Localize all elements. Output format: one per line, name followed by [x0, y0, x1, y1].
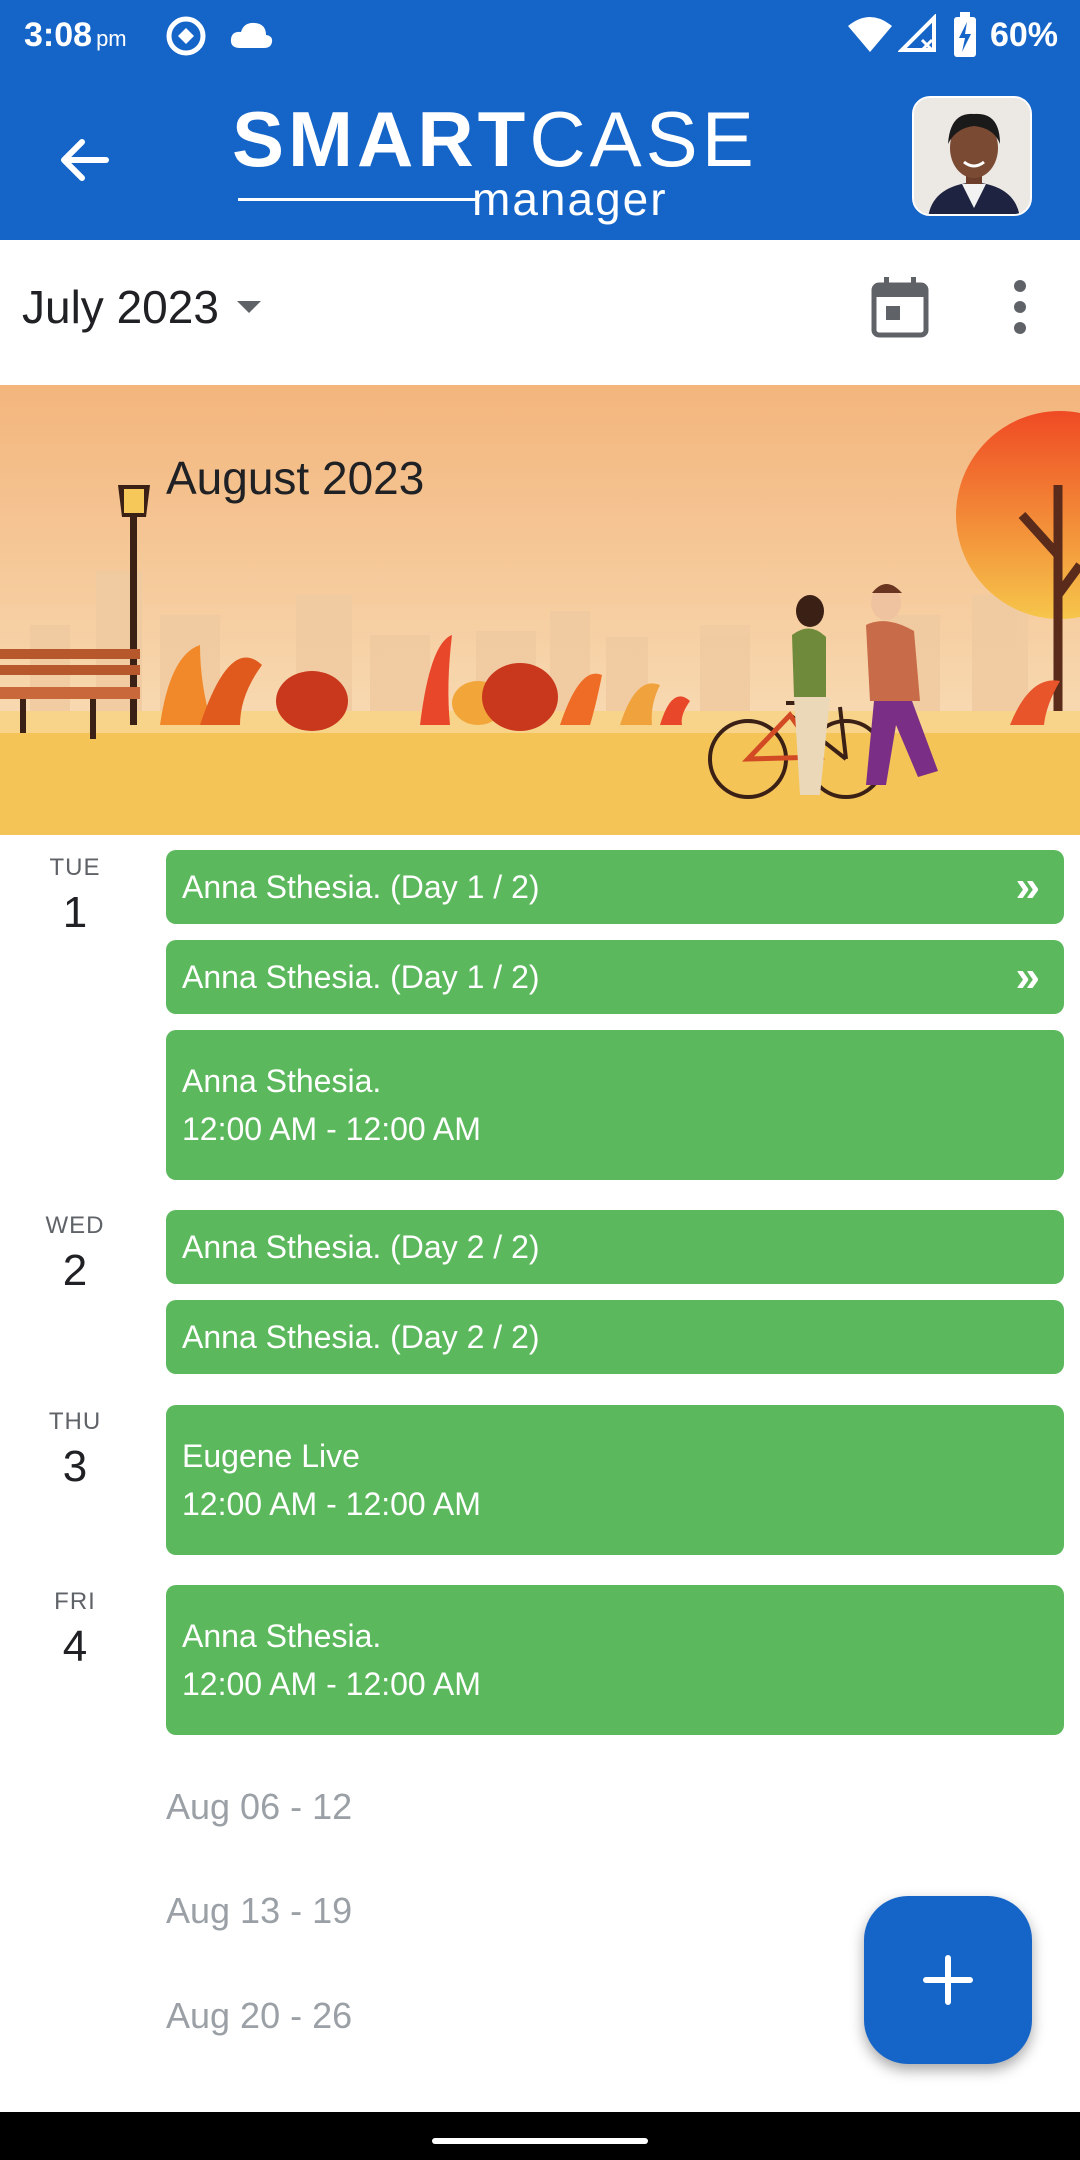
app-bar: SMARTCASE manager [0, 72, 1080, 240]
event-title: Anna Sthesia. (Day 2 / 2) [182, 1228, 540, 1265]
week-range[interactable]: Aug 13 - 19 [166, 1890, 352, 1932]
system-nav-bar [0, 2112, 1080, 2160]
event-card[interactable]: Anna Sthesia. 12:00 AM - 12:00 AM [166, 1030, 1064, 1180]
signal-icon [898, 14, 936, 52]
event-title: Anna Sthesia. [182, 1063, 382, 1099]
home-gesture-handle[interactable] [432, 2138, 648, 2144]
more-options-button[interactable] [980, 262, 1060, 352]
plus-icon [923, 1955, 973, 2005]
avatar[interactable] [912, 96, 1032, 216]
svg-text:4: 4 [877, 37, 885, 53]
event-title: Anna Sthesia. (Day 1 / 2) [182, 958, 540, 995]
month-header: July 2023 [0, 240, 1080, 385]
continues-icon: » [1015, 952, 1040, 1001]
event-card[interactable]: Anna Sthesia. 12:00 AM - 12:00 AM [166, 1585, 1064, 1735]
event-title: Eugene Live [182, 1438, 360, 1474]
month-dropdown-label: July 2023 [22, 281, 219, 333]
sync-icon [166, 16, 206, 56]
logo-case: CASE [529, 95, 758, 183]
month-dropdown[interactable]: July 2023 [22, 272, 261, 342]
day-label-fri-4: FRI 4 [54, 1588, 96, 1671]
calendar-icon [871, 277, 929, 338]
banner-month-title: August 2023 [166, 452, 425, 504]
dropdown-caret-icon [236, 301, 261, 313]
event-card[interactable]: Eugene Live 12:00 AM - 12:00 AM [166, 1405, 1064, 1555]
cloud-icon [230, 22, 273, 48]
profile-photo [914, 98, 1030, 214]
arrow-left-icon [61, 139, 109, 181]
status-time: 3:08 pm [24, 16, 127, 54]
day-label-tue-1: TUE 1 [49, 854, 101, 937]
week-range[interactable]: Aug 06 - 12 [166, 1786, 352, 1828]
event-time: 12:00 AM - 12:00 AM [182, 1486, 481, 1522]
day-label-wed-2: WED 2 [45, 1212, 105, 1295]
more-vert-icon [1014, 280, 1026, 334]
month-banner: August 2023 [0, 385, 1080, 835]
app-logo: SMARTCASE manager [232, 94, 832, 225]
event-card[interactable]: Anna Sthesia. (Day 1 / 2) » [166, 940, 1064, 1014]
event-title: Anna Sthesia. (Day 2 / 2) [182, 1318, 540, 1355]
wifi-icon: 4 [848, 17, 892, 53]
autumn-park-illustration [0, 385, 1080, 835]
event-card[interactable]: Anna Sthesia. (Day 2 / 2) [166, 1210, 1064, 1284]
day-label-thu-3: THU 3 [48, 1408, 102, 1491]
event-time: 12:00 AM - 12:00 AM [182, 1666, 481, 1702]
status-bar: 3:08 pm 4 60% [0, 0, 1080, 72]
event-title: Anna Sthesia. [182, 1618, 382, 1654]
back-button[interactable] [40, 116, 128, 204]
battery-charging-icon [954, 12, 976, 57]
add-event-button[interactable] [864, 1896, 1032, 2064]
event-card[interactable]: Anna Sthesia. (Day 1 / 2) » [166, 850, 1064, 924]
event-time: 12:00 AM - 12:00 AM [182, 1111, 481, 1147]
today-calendar-button[interactable] [860, 262, 940, 352]
event-title: Anna Sthesia. (Day 1 / 2) [182, 868, 540, 905]
logo-manager: manager [472, 173, 668, 225]
logo-smart: SMART [232, 95, 530, 183]
battery-percent: 60% [989, 16, 1058, 54]
event-card[interactable]: Anna Sthesia. (Day 2 / 2) [166, 1300, 1064, 1374]
week-range[interactable]: Aug 20 - 26 [166, 1995, 352, 2037]
continues-icon: » [1015, 862, 1040, 911]
logo-underline [238, 198, 478, 201]
